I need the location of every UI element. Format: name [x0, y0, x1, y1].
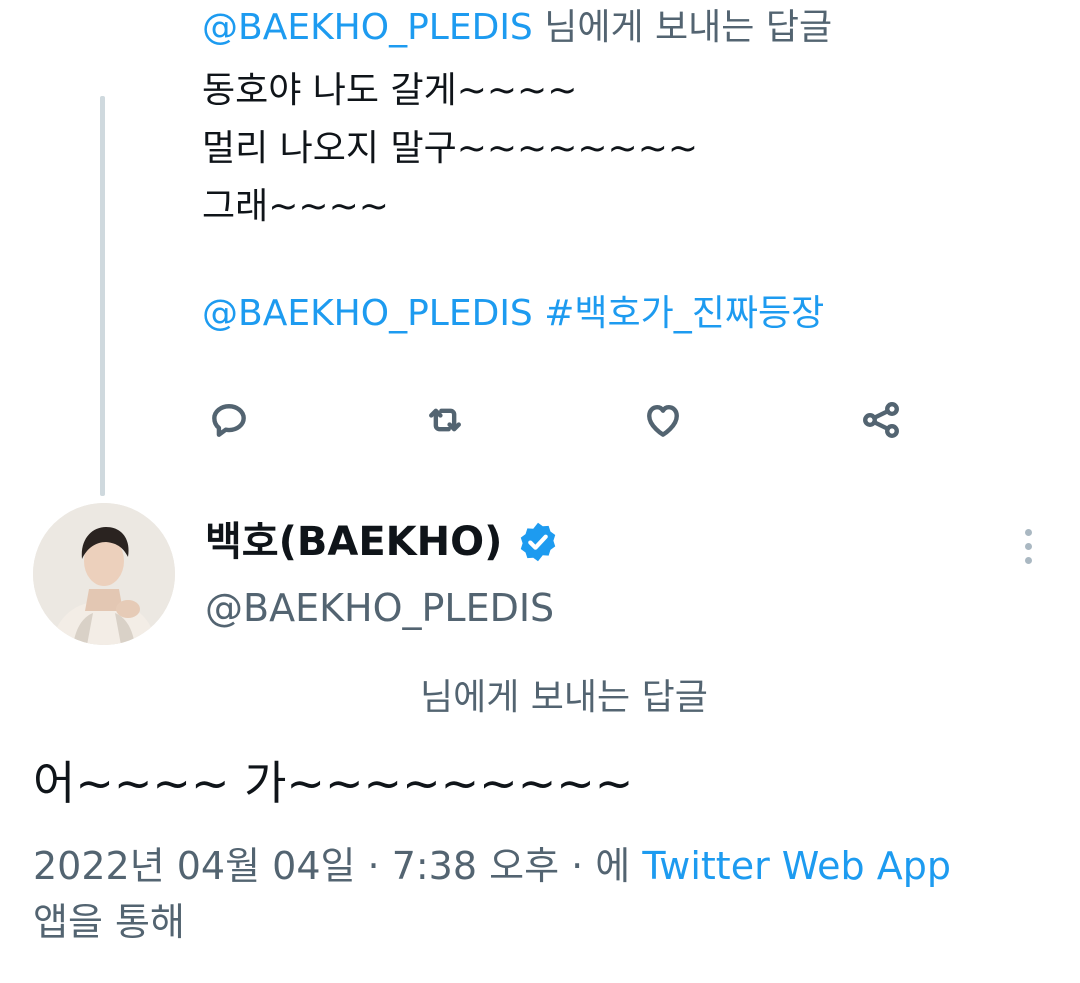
mention-link[interactable]: @BAEKHO_PLEDIS: [202, 293, 533, 334]
retweet-button[interactable]: [421, 396, 469, 444]
display-name-text: 백호(BAEKHO): [205, 519, 503, 565]
like-button[interactable]: [639, 396, 687, 444]
hashtag-link[interactable]: #백호가_진짜등장: [544, 293, 824, 334]
parent-tweet[interactable]: @BAEKHO_PLEDIS 님에게 보내는 답글 동호야 나도 갈게~~~~ …: [202, 0, 1062, 342]
parent-text-line: 그래~~~~: [202, 186, 389, 227]
tweet-metadata: 2022년 04월 04일 · 7:38 오후 · 에 Twitter Web …: [33, 838, 1043, 950]
parent-text-line: 동호야 나도 갈게~~~~: [202, 70, 578, 111]
reply-mention-link[interactable]: @BAEKHO_PLEDIS: [202, 7, 533, 48]
more-icon-dot: [1024, 556, 1032, 564]
more-icon-dot: [1024, 528, 1032, 536]
reply-button[interactable]: [205, 396, 253, 444]
reply-to-suffix: 님에게 보내는 답글: [532, 7, 833, 48]
meta-separator: ·: [559, 844, 596, 888]
tweet-date[interactable]: 2022년 04월 04일: [33, 844, 355, 888]
tweet-text: 어~~~~ 가~~~~~~~~~: [33, 756, 634, 810]
avatar[interactable]: [33, 503, 175, 645]
tweet-time[interactable]: 7:38 오후: [392, 844, 559, 888]
profile-photo: [33, 503, 175, 645]
via-prefix: 에: [595, 844, 643, 888]
parent-tweet-tags: @BAEKHO_PLEDIS #백호가_진짜등장: [202, 286, 1062, 342]
thread-connector-line: [100, 96, 105, 496]
reply-to-line: @BAEKHO_PLEDIS 님에게 보내는 답글: [202, 0, 1062, 56]
share-icon: [863, 402, 899, 438]
tweet-action-bar: [205, 396, 905, 446]
heart-icon: [647, 404, 679, 437]
meta-separator: ·: [355, 844, 392, 888]
handle[interactable]: @BAEKHO_PLEDIS: [205, 580, 554, 636]
retweet-icon: [429, 408, 461, 432]
display-name[interactable]: 백호(BAEKHO): [205, 512, 560, 572]
share-button[interactable]: [857, 396, 905, 444]
verified-badge-icon: [521, 522, 556, 562]
parent-text-line: 멀리 나오지 말구~~~~~~~~: [202, 128, 699, 169]
reply-icon: [212, 404, 246, 437]
source-app-link[interactable]: Twitter Web App: [642, 844, 951, 888]
via-suffix: 앱을 통해: [33, 900, 185, 944]
tweet-detail-page: @BAEKHO_PLEDIS 님에게 보내는 답글 동호야 나도 갈게~~~~ …: [0, 0, 1080, 983]
more-options-button[interactable]: [1008, 522, 1048, 570]
more-icon-dot: [1024, 542, 1032, 550]
reply-note: 님에게 보내는 답글: [420, 677, 708, 718]
parent-tweet-text: 동호야 나도 갈게~~~~ 멀리 나오지 말구~~~~~~~~ 그래~~~~: [202, 62, 1062, 236]
